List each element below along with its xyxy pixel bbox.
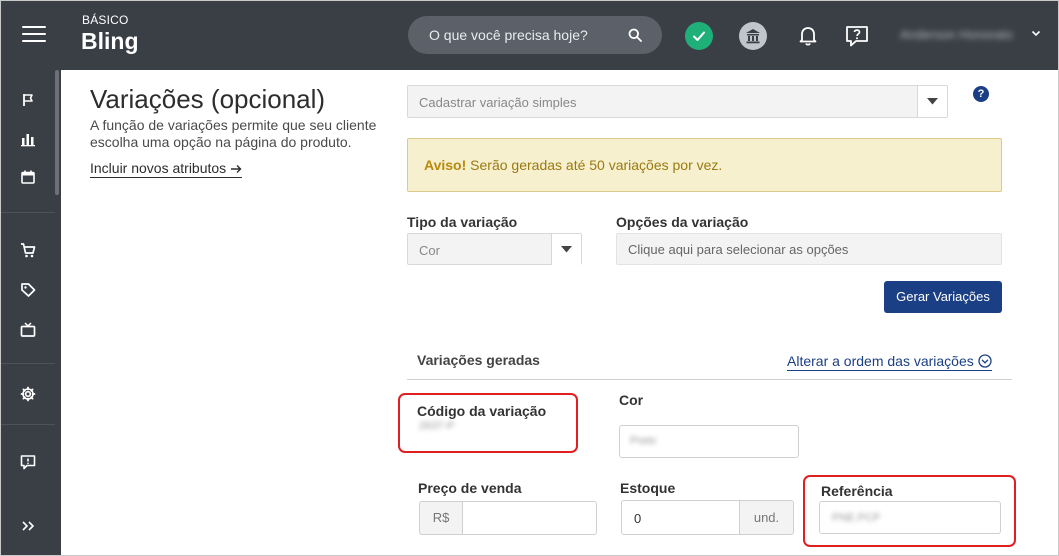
sidebar-divider	[0, 363, 55, 364]
alert-strong: Aviso!	[424, 157, 467, 173]
generated-title: Variações geradas	[417, 352, 540, 368]
bell-icon[interactable]	[795, 22, 821, 48]
preco-label: Preço de venda	[418, 480, 522, 496]
cor-value: Preto	[630, 435, 657, 447]
logo[interactable]: Bling	[81, 28, 139, 55]
opcoes-placeholder: Clique aqui para selecionar as opções	[628, 242, 849, 257]
preco-field[interactable]	[463, 501, 597, 535]
variation-type-select[interactable]: Cadastrar variação simples	[407, 85, 948, 118]
search-input[interactable]: O que você precisa hoje?	[408, 16, 662, 54]
codigo-value: 2637-P	[419, 420, 455, 432]
expand-icon[interactable]	[18, 516, 38, 536]
bank-icon[interactable]	[739, 22, 767, 50]
generate-variations-button[interactable]: Gerar Variações	[884, 281, 1002, 313]
change-order-link[interactable]: Alterar a ordem das variações	[787, 353, 992, 371]
codigo-label: Código da variação	[417, 403, 547, 419]
alert-text: Serão geradas até 50 variações por vez.	[470, 157, 723, 173]
opcoes-field[interactable]: Clique aqui para selecionar as opções	[616, 233, 1002, 265]
referencia-value: PNE.PCP	[832, 512, 881, 524]
top-bar: BÁSICO Bling O que você precisa hoje? An…	[0, 0, 1059, 70]
menu-icon[interactable]	[22, 26, 46, 44]
opcoes-label: Opções da variação	[616, 214, 749, 230]
calendar-icon[interactable]	[18, 167, 38, 187]
estoque-field[interactable]: 0	[621, 500, 740, 535]
include-attributes-label: Incluir novos atributos	[90, 160, 227, 176]
tipo-value: Cor	[419, 243, 440, 258]
caret-down-icon	[561, 246, 572, 253]
feedback-icon[interactable]	[18, 452, 38, 472]
bar-chart-icon[interactable]	[18, 129, 38, 149]
sidebar-divider	[0, 212, 55, 213]
select-caret[interactable]	[917, 86, 947, 117]
check-icon[interactable]	[685, 22, 713, 50]
user-name[interactable]: Anderson Honorato	[900, 27, 1028, 43]
flag-icon[interactable]	[18, 90, 38, 110]
currency-addon: R$	[419, 501, 463, 535]
page-title: Variações (opcional)	[90, 84, 326, 114]
search-placeholder: O que você precisa hoje?	[429, 27, 588, 43]
include-attributes-link[interactable]: Incluir novos atributos	[90, 160, 243, 178]
referencia-field[interactable]: PNE.PCP	[819, 501, 1001, 534]
tag-icon[interactable]	[18, 280, 38, 300]
search-icon[interactable]	[628, 28, 642, 42]
chevron-down-icon[interactable]	[1030, 27, 1042, 39]
help-icon[interactable]: ?	[973, 86, 989, 102]
unit-addon: und.	[740, 500, 794, 535]
cart-icon[interactable]	[18, 240, 38, 260]
section-divider	[407, 379, 1012, 380]
gear-icon[interactable]	[18, 384, 38, 404]
estoque-label: Estoque	[620, 480, 676, 496]
cor-field[interactable]: Preto	[619, 425, 799, 458]
tv-icon[interactable]	[18, 320, 38, 340]
chevron-circle-down-icon	[978, 354, 992, 368]
tipo-select[interactable]: Cor	[407, 233, 582, 265]
variation-type-value: Cadastrar variação simples	[419, 95, 577, 110]
arrow-right-icon	[231, 165, 242, 173]
page-description: A função de variações permite que seu cl…	[90, 117, 377, 150]
tipo-label: Tipo da variação	[407, 214, 518, 230]
sidebar-scrollbar[interactable]	[55, 70, 59, 195]
caret-down-icon	[927, 98, 938, 105]
select-caret[interactable]	[551, 234, 581, 265]
referencia-label: Referência	[821, 483, 893, 499]
help-chat-icon[interactable]	[843, 22, 871, 50]
sidebar	[0, 70, 61, 556]
change-order-label: Alterar a ordem das variações	[787, 353, 974, 369]
cor-label: Cor	[619, 392, 644, 408]
plan-label: BÁSICO	[82, 13, 129, 27]
warning-alert: Aviso! Serão geradas até 50 variações po…	[407, 138, 1002, 192]
sidebar-divider	[0, 424, 55, 425]
